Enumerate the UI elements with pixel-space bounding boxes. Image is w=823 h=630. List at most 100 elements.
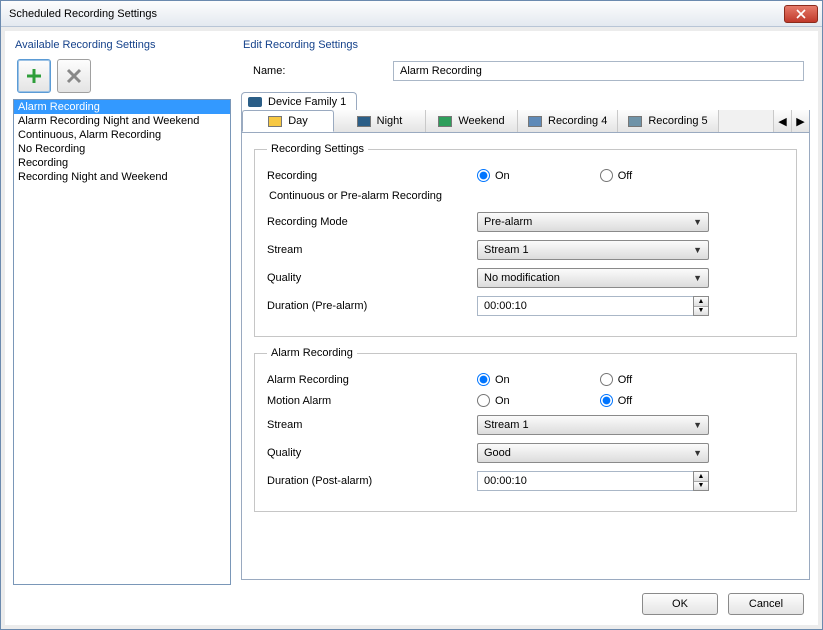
name-input[interactable]	[393, 61, 804, 81]
tab-label: Recording 5	[648, 115, 707, 127]
list-item[interactable]: Alarm Recording Night and Weekend	[14, 114, 230, 128]
recording-on-radio[interactable]	[477, 169, 490, 182]
tab-label: Night	[377, 115, 403, 127]
alarm-recording-legend: Alarm Recording	[267, 347, 357, 359]
radio-label: Off	[618, 374, 632, 386]
tab-label: Day	[288, 115, 308, 127]
add-setting-button[interactable]	[17, 59, 51, 93]
chevron-down-icon: ▼	[693, 217, 702, 227]
close-icon	[796, 9, 806, 19]
postalarm-duration-spinner[interactable]: ▲ ▼	[477, 471, 709, 491]
tab-night[interactable]: Night	[334, 110, 426, 132]
postalarm-duration-input[interactable]	[477, 471, 693, 491]
settings-toolbar	[17, 59, 231, 93]
select-value: Pre-alarm	[484, 216, 532, 228]
motion-on-option[interactable]: On	[477, 394, 510, 407]
tab-panel-day: Recording Settings Recording On	[242, 133, 809, 532]
close-button[interactable]	[784, 5, 818, 23]
alarm-recording-group: Alarm Recording Alarm Recording On	[254, 347, 797, 512]
chevron-down-icon: ▼	[693, 273, 702, 283]
radio-label: Off	[618, 395, 632, 407]
tab-day[interactable]: Day	[242, 110, 334, 132]
motion-on-radio[interactable]	[477, 394, 490, 407]
radio-label: On	[495, 374, 510, 386]
alarm-recording-label: Alarm Recording	[267, 374, 477, 386]
prealarm-duration-label: Duration (Pre-alarm)	[267, 300, 477, 312]
recording5-swatch-icon	[628, 116, 642, 127]
select-value: Good	[484, 447, 511, 459]
chevron-left-icon: ◀	[778, 115, 786, 128]
tab-weekend[interactable]: Weekend	[426, 110, 518, 132]
tab-recording5[interactable]: Recording 5	[618, 110, 718, 132]
recording-mode-select[interactable]: Pre-alarm ▼	[477, 212, 709, 232]
list-item[interactable]: Recording Night and Weekend	[14, 170, 230, 184]
edit-settings-column: Edit Recording Settings Name: Device Fam…	[241, 39, 810, 585]
device-family-label: Device Family 1	[268, 96, 346, 108]
chevron-down-icon: ▼	[693, 245, 702, 255]
recording-settings-group: Recording Settings Recording On	[254, 143, 797, 337]
titlebar: Scheduled Recording Settings	[1, 1, 822, 27]
spin-up-button[interactable]: ▲	[694, 472, 708, 482]
available-settings-header: Available Recording Settings	[13, 39, 231, 51]
radio-label: On	[495, 395, 510, 407]
list-item[interactable]: Continuous, Alarm Recording	[14, 128, 230, 142]
alarm-stream-select[interactable]: Stream 1 ▼	[477, 415, 709, 435]
tab-scroll-right[interactable]: ▶	[791, 110, 809, 132]
tab-scroll-left[interactable]: ◀	[773, 110, 791, 132]
select-value: No modification	[484, 272, 560, 284]
list-item[interactable]: Alarm Recording	[14, 100, 230, 114]
delete-icon	[65, 67, 83, 85]
recording4-swatch-icon	[528, 116, 542, 127]
device-family-tab[interactable]: Device Family 1	[241, 92, 357, 111]
plus-icon	[25, 67, 43, 85]
postalarm-duration-label: Duration (Post-alarm)	[267, 475, 477, 487]
chevron-down-icon: ▼	[693, 448, 702, 458]
motion-off-radio[interactable]	[600, 394, 613, 407]
chevron-right-icon: ▶	[796, 115, 804, 128]
alarm-on-option[interactable]: On	[477, 373, 510, 386]
spin-down-button[interactable]: ▼	[694, 482, 708, 491]
tab-recording4[interactable]: Recording 4	[518, 110, 618, 132]
recording-on-option[interactable]: On	[477, 169, 510, 182]
name-row: Name:	[253, 61, 810, 81]
edit-settings-header: Edit Recording Settings	[241, 39, 810, 51]
alarm-quality-select[interactable]: Good ▼	[477, 443, 709, 463]
ok-button[interactable]: OK	[642, 593, 718, 615]
recording-off-radio[interactable]	[600, 169, 613, 182]
day-swatch-icon	[268, 116, 282, 127]
chevron-down-icon: ▼	[693, 420, 702, 430]
recording-settings-legend: Recording Settings	[267, 143, 368, 155]
select-value: Stream 1	[484, 244, 529, 256]
spin-down-button[interactable]: ▼	[694, 307, 708, 316]
spin-up-button[interactable]: ▲	[694, 297, 708, 307]
prealarm-duration-spinner[interactable]: ▲ ▼	[477, 296, 709, 316]
dialog-window: Scheduled Recording Settings Available R…	[0, 0, 823, 630]
weekend-swatch-icon	[438, 116, 452, 127]
night-swatch-icon	[357, 116, 371, 127]
recording-tabs-panel: Day Night Weekend Recording 4	[241, 110, 810, 580]
settings-listbox[interactable]: Alarm Recording Alarm Recording Night an…	[13, 99, 231, 585]
window-title: Scheduled Recording Settings	[9, 8, 157, 20]
delete-setting-button[interactable]	[57, 59, 91, 93]
alarm-off-radio[interactable]	[600, 373, 613, 386]
quality-select[interactable]: No modification ▼	[477, 268, 709, 288]
select-value: Stream 1	[484, 419, 529, 431]
alarm-off-option[interactable]: Off	[600, 373, 632, 386]
recording-label: Recording	[267, 170, 477, 182]
list-item[interactable]: Recording	[14, 156, 230, 170]
tab-label: Recording 4	[548, 115, 607, 127]
cancel-button[interactable]: Cancel	[728, 593, 804, 615]
motion-alarm-label: Motion Alarm	[267, 395, 477, 407]
recording-mode-label: Recording Mode	[267, 216, 477, 228]
list-item[interactable]: No Recording	[14, 142, 230, 156]
prealarm-duration-input[interactable]	[477, 296, 693, 316]
schedule-tabs: Day Night Weekend Recording 4	[242, 110, 809, 133]
radio-label: Off	[618, 170, 632, 182]
motion-off-option[interactable]: Off	[600, 394, 632, 407]
dialog-footer: OK Cancel	[5, 585, 818, 625]
stream-select[interactable]: Stream 1 ▼	[477, 240, 709, 260]
name-label: Name:	[253, 65, 383, 77]
alarm-on-radio[interactable]	[477, 373, 490, 386]
recording-off-option[interactable]: Off	[600, 169, 632, 182]
stream-label: Stream	[267, 244, 477, 256]
